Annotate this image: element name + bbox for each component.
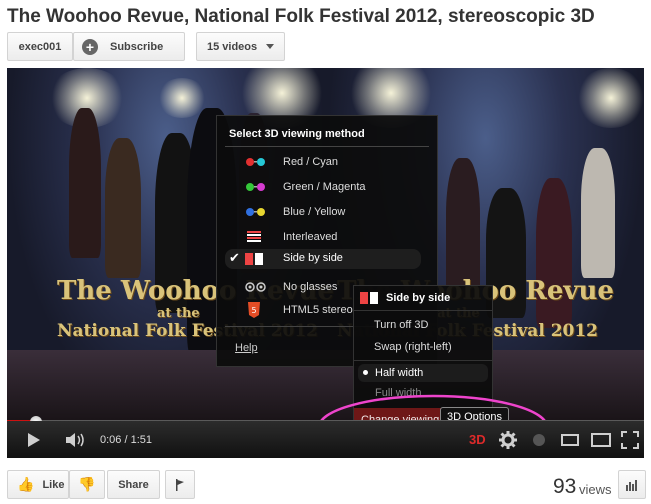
share-label: Share bbox=[118, 478, 149, 491]
full-width-option[interactable]: Full width bbox=[375, 387, 421, 399]
method-label: Green / Magenta bbox=[283, 181, 366, 193]
large-player-icon[interactable] bbox=[591, 433, 611, 447]
method-html5-stereo[interactable]: 5 HTML5 stereo bbox=[245, 302, 353, 318]
half-width-option[interactable]: Half width bbox=[358, 364, 488, 382]
subscribe-button[interactable]: + Subscribe bbox=[73, 32, 185, 61]
method-green-magenta[interactable]: Green / Magenta bbox=[245, 179, 366, 195]
views-label: views bbox=[579, 482, 612, 497]
method-no-glasses[interactable]: No glasses bbox=[245, 279, 337, 295]
no-glasses-icon bbox=[245, 282, 266, 292]
interleaved-icon bbox=[247, 231, 261, 242]
method-label: No glasses bbox=[283, 281, 338, 293]
annotations-icon[interactable] bbox=[531, 432, 547, 448]
side-by-side-icon bbox=[245, 253, 263, 265]
video-title: The Woohoo Revue, National Folk Festival… bbox=[7, 6, 595, 27]
fullscreen-icon[interactable] bbox=[621, 431, 639, 449]
svg-text:5: 5 bbox=[251, 306, 256, 315]
swap-item[interactable]: Swap (right-left) bbox=[374, 341, 452, 353]
stats-icon bbox=[626, 479, 637, 491]
method-label: HTML5 stereo bbox=[283, 304, 353, 316]
check-icon: ✔ bbox=[229, 250, 240, 265]
time-display: 0:06 / 1:51 bbox=[100, 434, 152, 446]
3d-button[interactable]: 3D bbox=[469, 432, 486, 447]
player-controls: 0:06 / 1:51 3D bbox=[7, 421, 644, 458]
method-red-cyan[interactable]: Red / Cyan bbox=[245, 154, 338, 170]
thumbs-down-icon: 👎 bbox=[78, 476, 96, 492]
method-label: Blue / Yellow bbox=[283, 206, 346, 218]
turn-off-3d-item[interactable]: Turn off 3D bbox=[374, 319, 428, 331]
flag-icon bbox=[176, 478, 184, 491]
method-label: Interleaved bbox=[283, 231, 338, 243]
thumbs-up-icon: 👍 bbox=[17, 476, 35, 492]
share-button[interactable]: Share bbox=[107, 470, 160, 499]
sbs-heading: Side by side bbox=[386, 292, 451, 304]
view-count: 93 bbox=[553, 475, 577, 498]
side-by-side-icon bbox=[360, 292, 378, 304]
flag-button[interactable] bbox=[165, 470, 195, 499]
dislike-button[interactable]: 👎 bbox=[69, 470, 105, 499]
like-label: Like bbox=[42, 478, 65, 491]
method-side-by-side[interactable]: ✔ Side by side bbox=[225, 249, 421, 269]
blue-yellow-glasses-icon bbox=[246, 208, 265, 216]
plus-icon: + bbox=[82, 38, 98, 55]
video-player[interactable]: The Woohoo Revue at the National Folk Fe… bbox=[7, 68, 644, 458]
channel-name: exec001 bbox=[18, 40, 62, 53]
videos-dropdown[interactable]: 15 videos bbox=[196, 32, 285, 61]
videos-count-label: 15 videos bbox=[207, 40, 258, 53]
half-width-label: Half width bbox=[375, 367, 424, 379]
menu-heading: Select 3D viewing method bbox=[229, 128, 365, 140]
green-magenta-glasses-icon bbox=[246, 183, 265, 191]
stats-button[interactable] bbox=[618, 470, 646, 499]
subscribe-label: Subscribe bbox=[110, 40, 164, 53]
like-button[interactable]: 👍 Like bbox=[7, 470, 69, 499]
chevron-down-icon bbox=[266, 44, 275, 49]
method-interleaved[interactable]: Interleaved bbox=[245, 229, 337, 245]
help-link[interactable]: Help bbox=[235, 342, 258, 354]
channel-button[interactable]: exec001 bbox=[7, 32, 73, 61]
method-label: Red / Cyan bbox=[283, 156, 339, 168]
small-player-icon[interactable] bbox=[561, 434, 579, 446]
method-label: Side by side bbox=[283, 252, 343, 264]
html5-icon: 5 bbox=[248, 302, 260, 318]
gear-icon[interactable] bbox=[499, 431, 517, 449]
volume-icon[interactable] bbox=[65, 432, 87, 448]
red-cyan-glasses-icon bbox=[246, 158, 265, 166]
radio-dot-icon bbox=[363, 370, 368, 375]
method-blue-yellow[interactable]: Blue / Yellow bbox=[245, 204, 345, 220]
play-icon[interactable] bbox=[27, 433, 41, 447]
